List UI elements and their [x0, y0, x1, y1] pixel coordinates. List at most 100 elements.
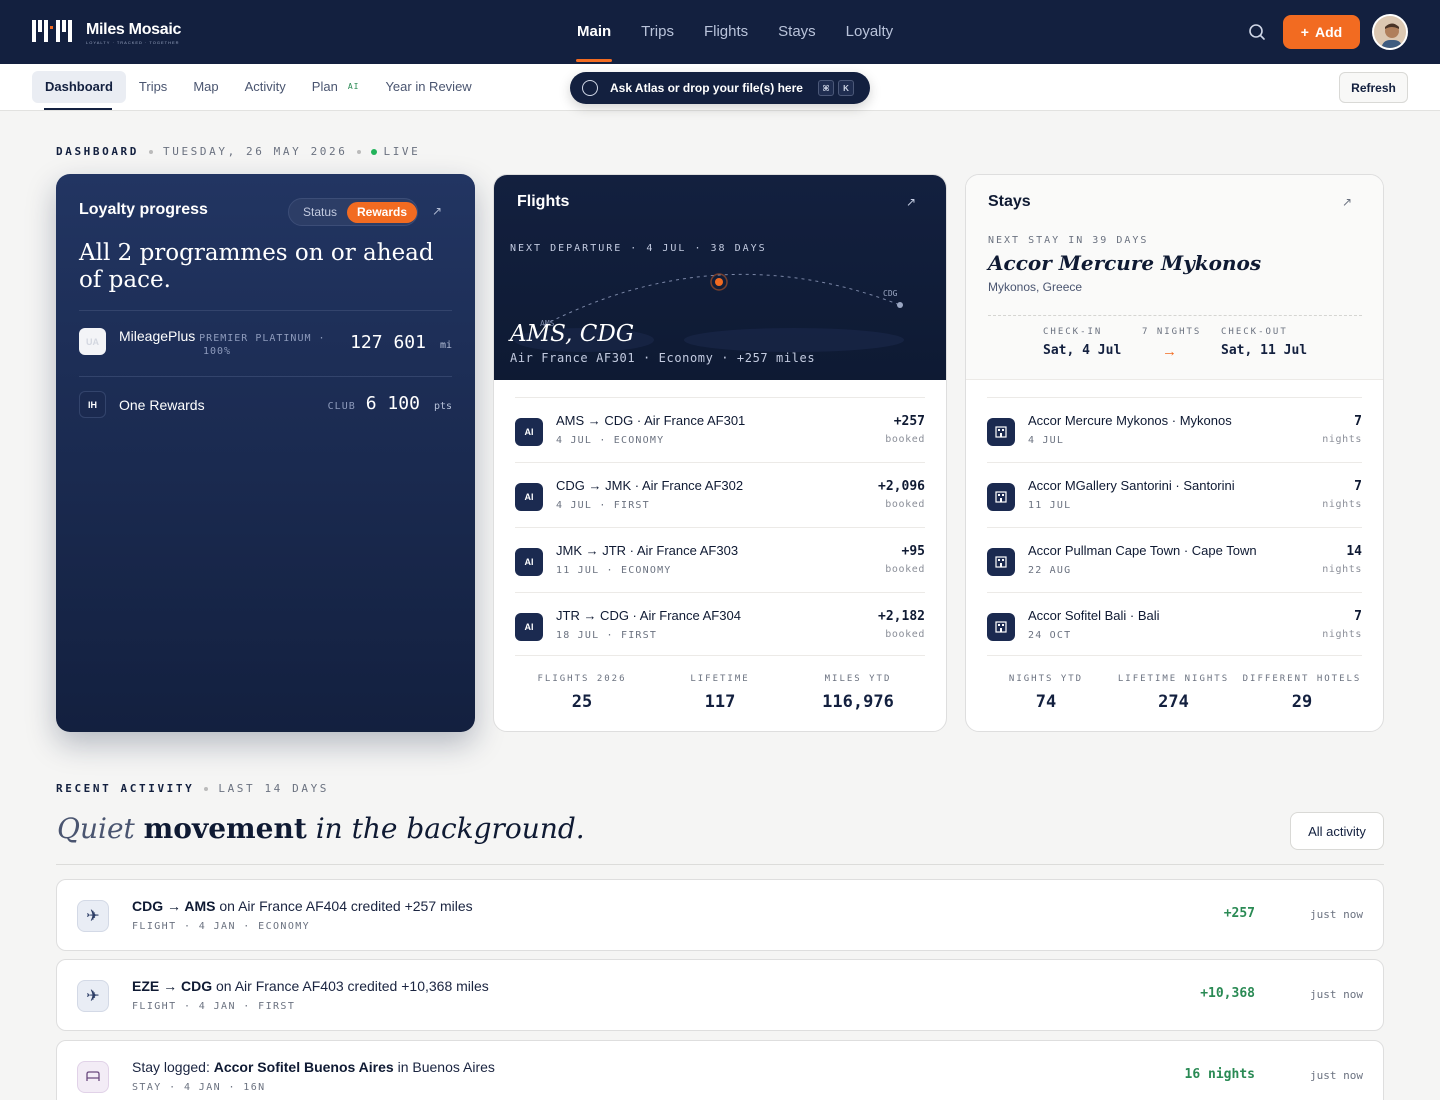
program-name-text: MileagePlus	[119, 328, 196, 344]
refresh-button[interactable]: Refresh	[1339, 72, 1408, 103]
all-activity-button[interactable]: All activity	[1290, 812, 1384, 850]
sub-nav-trips[interactable]: Trips	[126, 71, 180, 103]
toggle-rewards[interactable]: Rewards	[347, 202, 418, 223]
live-label: LIVE	[383, 145, 421, 158]
sub-nav-activity[interactable]: Activity	[232, 71, 299, 103]
flight-row[interactable]: AI JTR → CDG · Air France AF304 18 JUL ·…	[515, 592, 925, 658]
flight-sub: 4 JUL · ECONOMY	[556, 435, 665, 446]
flight-status: booked	[885, 629, 925, 640]
stay-nights-label: nights	[1322, 434, 1362, 445]
hotel-badge: IH	[79, 391, 106, 418]
status-rewards-toggle[interactable]: Status Rewards	[288, 198, 418, 226]
next-stay-location: Mykonos, Greece	[988, 280, 1083, 294]
program-value-number: 6 100	[365, 393, 420, 414]
sub-nav-dashboard[interactable]: Dashboard	[32, 71, 126, 103]
stay-nights: 14	[1346, 544, 1362, 559]
main-nav-loyalty[interactable]: Loyalty	[831, 0, 909, 64]
sub-nav-label: Trips	[138, 79, 168, 94]
external-link-icon[interactable]: ↗	[432, 204, 446, 218]
stay-title: Accor Sofitel Bali · Bali	[1028, 608, 1160, 623]
main-nav-flights[interactable]: Flights	[689, 0, 763, 64]
sub-nav-label: Activity	[244, 79, 286, 94]
stay-row[interactable]: Accor Sofitel Bali · Bali 24 OCT 7 night…	[987, 592, 1362, 658]
stay-date: 24 OCT	[1028, 630, 1072, 641]
bed-icon	[77, 1061, 109, 1093]
checkout-label: CHECK-OUT	[1221, 327, 1288, 337]
activity-item[interactable]: ✈ EZE → CDG on Air France AF403 credited…	[56, 959, 1384, 1031]
sub-nav-year-in-review[interactable]: Year in Review	[372, 71, 484, 103]
add-button[interactable]: + Add	[1283, 15, 1360, 49]
stay-row[interactable]: Accor MGallery Santorini · Santorini 11 …	[987, 462, 1362, 528]
stay-title: Accor MGallery Santorini · Santorini	[1028, 478, 1235, 493]
stay-nights: 7	[1354, 414, 1362, 429]
stay-row[interactable]: Accor Mercure Mykonos · Mykonos 4 JUL 7 …	[987, 397, 1362, 463]
flight-row[interactable]: AI CDG → JMK · Air France AF302 4 JUL · …	[515, 462, 925, 528]
flight-miles: +2,096	[878, 479, 925, 494]
flight-miles: +257	[893, 414, 925, 429]
next-stay-label: NEXT STAY IN 39 DAYS	[988, 235, 1149, 246]
program-row[interactable]: UA MileagePlus PREMIER PLATINUM · 100% 1…	[79, 326, 452, 362]
flight-row[interactable]: AI AMS → CDG · Air France AF301 4 JUL · …	[515, 397, 925, 463]
ask-atlas-bar[interactable]: Ask Atlas or drop your file(s) here ⌘ K	[570, 72, 870, 104]
sub-nav-map[interactable]: Map	[180, 71, 231, 103]
flight-stats: FLIGHTS 2026 25 LIFETIME 117 MILES YTD 1…	[515, 655, 925, 715]
flight-miles: +2,182	[878, 609, 925, 624]
breadcrumb-date: TUESDAY, 26 MAY 2026	[163, 145, 348, 158]
activity-value: 16 nights	[1184, 1067, 1255, 1082]
activity-desc: on Air France AF403 credited +10,368 mil…	[212, 978, 489, 994]
search-icon[interactable]	[1246, 21, 1268, 43]
app-tagline: LOYALTY · TRACKED · TOGETHER	[86, 40, 180, 45]
program-row[interactable]: IH One Rewards CLUB 6 100 pts	[79, 391, 452, 427]
separator-dot	[149, 149, 154, 154]
stay-stats: NIGHTS YTD 74 LIFETIME NIGHTS 274 DIFFER…	[987, 655, 1362, 715]
stay-date: 4 JUL	[1028, 435, 1065, 446]
flight-row[interactable]: AI JMK → JTR · Air France AF303 11 JUL ·…	[515, 527, 925, 593]
flight-title: CDG → JMK · Air France AF302	[556, 478, 744, 493]
app-logo[interactable]: Miles Mosaic LOYALTY · TRACKED · TOGETHE…	[32, 16, 181, 45]
checkin-label: CHECK-IN	[1043, 327, 1103, 337]
flight-title: AMS → CDG · Air France AF301	[556, 413, 746, 428]
hotel-icon	[987, 483, 1015, 511]
activity-value: +10,368	[1200, 986, 1255, 1001]
activity-item[interactable]: Stay logged: Accor Sofitel Buenos Aires …	[56, 1040, 1384, 1100]
external-link-icon[interactable]: ↗	[1342, 195, 1356, 209]
destination-code: CDG	[883, 289, 898, 298]
activity-time: just now	[1310, 908, 1363, 921]
activity-item[interactable]: ✈ CDG → AMS on Air France AF404 credited…	[56, 879, 1384, 951]
program-value-number: 127 601	[350, 332, 426, 353]
plane-icon: ✈	[77, 900, 109, 932]
avatar[interactable]	[1372, 14, 1408, 50]
activity-route: CDG → AMS	[132, 898, 216, 914]
program-value: CLUB 6 100 pts	[328, 393, 452, 414]
stat-value: 117	[704, 692, 736, 712]
main-nav-trips[interactable]: Trips	[626, 0, 689, 64]
sub-nav-label: Plan	[311, 79, 338, 94]
section-heading: Quiet movement in the background.	[57, 812, 585, 845]
stat-label: LIFETIME NIGHTS	[1117, 674, 1230, 684]
sub-nav-plan[interactable]: Plan AI	[299, 71, 373, 103]
main-nav-stays[interactable]: Stays	[763, 0, 831, 64]
checkin-date: Sat, 4 Jul	[1043, 343, 1122, 358]
toggle-status[interactable]: Status	[293, 202, 347, 223]
stay-nights: 7	[1354, 609, 1362, 624]
stat-value: 74	[1035, 692, 1057, 712]
main-nav-main[interactable]: Main	[562, 0, 626, 64]
stat-item: NIGHTS YTD 74	[987, 656, 1105, 715]
program-tier: CLUB	[327, 401, 356, 412]
sub-nav-label: Map	[193, 79, 219, 94]
stay-title: Accor Mercure Mykonos · Mykonos	[1028, 413, 1232, 428]
heading-italic: Quiet	[57, 812, 135, 845]
sub-nav: Dashboard Trips Map Activity Plan AI Year…	[32, 71, 485, 103]
flight-sub: 11 JUL · ECONOMY	[556, 565, 672, 576]
next-flight-meta: Air France AF301 · Economy · +257 miles	[510, 351, 816, 365]
recent-activity-breadcrumb: RECENT ACTIVITY LAST 14 DAYS	[56, 782, 329, 795]
stay-row[interactable]: Accor Pullman Cape Town · Cape Town 22 A…	[987, 527, 1362, 593]
stat-label: DIFFERENT HOTELS	[1242, 674, 1362, 684]
loyalty-progress-card: Loyalty progress Status Rewards ↗ All 2 …	[56, 174, 475, 732]
divider	[79, 376, 452, 377]
activity-time: just now	[1310, 1069, 1363, 1082]
program-unit: pts	[433, 401, 452, 412]
stat-value: 29	[1291, 692, 1313, 712]
add-button-label: Add	[1314, 24, 1343, 40]
flight-title: JMK → JTR · Air France AF303	[556, 543, 739, 558]
